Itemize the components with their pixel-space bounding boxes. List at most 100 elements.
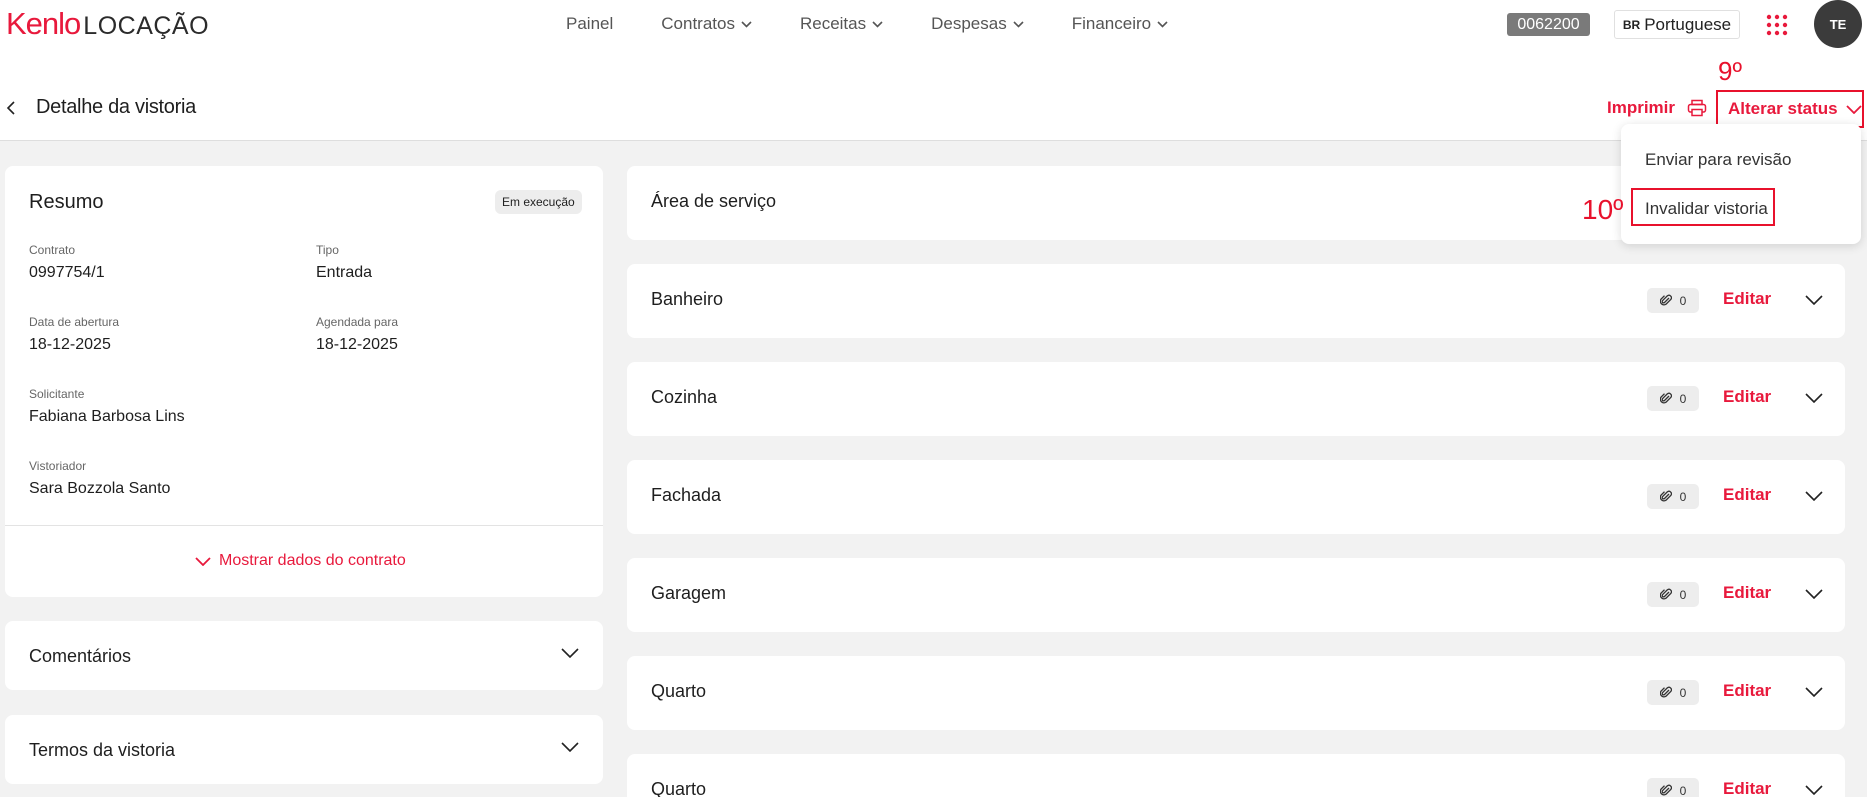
- step-annotation-10: 10º: [1582, 194, 1624, 225]
- attachments-count: 0: [1679, 685, 1687, 700]
- terms-accordion[interactable]: Termos da vistoria: [5, 715, 603, 784]
- step-annotation-9: 9º: [1718, 56, 1742, 86]
- paperclip-icon: [1659, 392, 1672, 404]
- menu-item-send-review[interactable]: Enviar para revisão: [1645, 150, 1791, 170]
- accordion-title: Termos da vistoria: [29, 740, 176, 760]
- nav-item-label: Receitas: [799, 14, 867, 33]
- room-title: Banheiro: [651, 289, 724, 309]
- field-label-requester: Solicitante: [29, 387, 85, 401]
- attachments-count: 0: [1679, 391, 1687, 406]
- grid-dots-icon[interactable]: [1766, 14, 1788, 36]
- chevron-down-icon: [1157, 20, 1168, 28]
- nav-item-label: Contratos: [661, 14, 735, 33]
- attachments-count-badge[interactable]: 0: [1647, 386, 1699, 411]
- chevron-down-icon[interactable]: [1805, 295, 1823, 305]
- summary-card: Resumo Em execução Contrato 0997754/1 Ti…: [5, 166, 603, 597]
- attachments-count-badge[interactable]: 0: [1647, 778, 1699, 797]
- main-nav: Painel Contratos Receitas Despesas Finan…: [566, 0, 1216, 48]
- brazil-flag-icon: BR: [1622, 17, 1641, 32]
- paperclip-icon: [1659, 686, 1672, 698]
- attachments-count: 0: [1679, 587, 1687, 602]
- room-card-cozinha[interactable]: Cozinha 0 Editar: [627, 362, 1845, 436]
- attachments-count: 0: [1679, 783, 1687, 797]
- user-avatar[interactable]: TE: [1814, 0, 1862, 48]
- status-dropdown-menu: Enviar para revisão Invalidar vistoria: [1621, 124, 1861, 244]
- logo-brand-text: Kenlo: [6, 6, 81, 41]
- chevron-down-icon: [195, 556, 211, 566]
- menu-item-invalidate[interactable]: Invalidar vistoria: [1645, 199, 1768, 219]
- field-label-inspector: Vistoriador: [29, 459, 87, 473]
- language-label: Portuguese: [1644, 14, 1732, 34]
- edit-room-link[interactable]: Editar: [1723, 387, 1771, 407]
- field-value-scheduled: 18-12-2025: [316, 336, 398, 353]
- summary-title: Resumo: [29, 191, 104, 213]
- field-value-contract: 0997754/1: [29, 264, 105, 281]
- attachments-count: 0: [1679, 489, 1687, 504]
- chevron-down-icon: [561, 742, 579, 752]
- edit-room-link[interactable]: Editar: [1723, 485, 1771, 505]
- chevron-down-icon[interactable]: [1805, 785, 1823, 795]
- room-card-quarto-2[interactable]: Quarto 0 Editar: [627, 754, 1845, 797]
- status-badge: Em execução: [495, 190, 582, 214]
- chevron-down-icon[interactable]: [1805, 687, 1823, 697]
- chevron-down-icon[interactable]: [1805, 491, 1823, 501]
- kenlo-logo[interactable]: Kenlo LOCAÇÃO: [6, 6, 209, 42]
- field-value-opening-date: 18-12-2025: [29, 336, 111, 353]
- field-label-type: Tipo: [316, 243, 339, 257]
- page-header: Detalhe da vistoria 9º Imprimir Alterar …: [0, 48, 1867, 141]
- attachments-count-badge[interactable]: 0: [1647, 288, 1699, 313]
- room-title: Fachada: [651, 485, 722, 505]
- print-label: Imprimir: [1607, 98, 1676, 117]
- back-arrow-icon[interactable]: [4, 100, 18, 116]
- room-card-banheiro[interactable]: Banheiro 0 Editar: [627, 264, 1845, 338]
- nav-item-receitas[interactable]: Receitas: [800, 14, 883, 34]
- change-status-button[interactable]: Alterar status: [1716, 90, 1864, 128]
- paperclip-icon: [1659, 294, 1672, 306]
- chevron-down-icon: [872, 20, 883, 28]
- show-contract-data-link[interactable]: Mostrar dados do contrato: [195, 552, 406, 570]
- nav-item-label: Painel: [566, 14, 614, 33]
- print-button[interactable]: Imprimir: [1607, 98, 1707, 118]
- field-value-inspector: Sara Bozzola Santo: [29, 480, 171, 497]
- divider: [5, 525, 603, 526]
- chevron-down-icon[interactable]: [1805, 589, 1823, 599]
- top-navigation-bar: Kenlo LOCAÇÃO Painel Contratos Receitas …: [0, 0, 1867, 48]
- edit-room-link[interactable]: Editar: [1723, 583, 1771, 603]
- show-contract-label: Mostrar dados do contrato: [219, 552, 406, 569]
- room-title: Área de serviço: [651, 191, 777, 211]
- printer-icon: [1687, 99, 1707, 117]
- chevron-down-icon: [741, 20, 752, 28]
- chevron-down-icon: [1013, 20, 1024, 28]
- edit-room-link[interactable]: Editar: [1723, 289, 1771, 309]
- attachments-count-badge[interactable]: 0: [1647, 484, 1699, 509]
- edit-room-link[interactable]: Editar: [1723, 779, 1771, 797]
- nav-item-financeiro[interactable]: Financeiro: [1072, 14, 1168, 34]
- edit-room-link[interactable]: Editar: [1723, 681, 1771, 701]
- room-card-quarto[interactable]: Quarto 0 Editar: [627, 656, 1845, 730]
- room-title: Garagem: [651, 583, 727, 603]
- nav-item-contratos[interactable]: Contratos: [661, 14, 752, 34]
- field-label-contract: Contrato: [29, 243, 76, 257]
- field-label-opening-date: Data de abertura: [29, 315, 120, 329]
- room-title: Quarto: [651, 681, 707, 701]
- chevron-down-icon[interactable]: [1805, 393, 1823, 403]
- field-value-type: Entrada: [316, 264, 373, 281]
- accordion-title: Comentários: [29, 646, 132, 666]
- contract-code-badge: 0062200: [1507, 13, 1590, 36]
- logo-product-text: LOCAÇÃO: [83, 12, 210, 40]
- language-selector[interactable]: BR Portuguese: [1614, 10, 1740, 39]
- chevron-down-icon: [561, 648, 579, 658]
- room-title: Cozinha: [651, 387, 718, 407]
- nav-item-label: Financeiro: [1071, 14, 1152, 33]
- attachments-count-badge[interactable]: 0: [1647, 680, 1699, 705]
- page-title: Detalhe da vistoria: [36, 96, 196, 118]
- room-card-garagem[interactable]: Garagem 0 Editar: [627, 558, 1845, 632]
- room-card-fachada[interactable]: Fachada 0 Editar: [627, 460, 1845, 534]
- chevron-down-icon: [1845, 104, 1862, 114]
- nav-item-despesas[interactable]: Despesas: [931, 14, 1024, 34]
- attachments-count-badge[interactable]: 0: [1647, 582, 1699, 607]
- comments-accordion[interactable]: Comentários: [5, 621, 603, 690]
- nav-item-label: Despesas: [931, 14, 1007, 33]
- field-value-requester: Fabiana Barbosa Lins: [29, 408, 185, 425]
- nav-item-painel[interactable]: Painel: [566, 14, 613, 34]
